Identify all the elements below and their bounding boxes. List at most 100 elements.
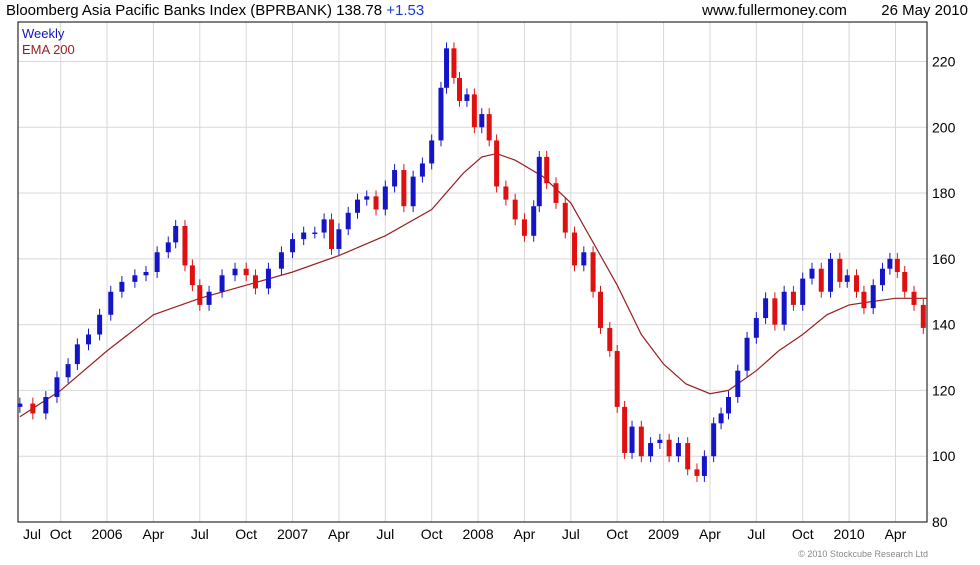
candle-body <box>419 163 425 177</box>
y-tick-label: 220 <box>932 53 956 69</box>
x-tick-label: 2006 <box>91 526 122 542</box>
candle-body <box>243 268 249 276</box>
candle-body <box>837 258 843 282</box>
x-tick-label: 2007 <box>277 526 308 542</box>
candle-body <box>265 268 271 289</box>
candle-body <box>382 186 388 210</box>
candle-body <box>173 225 179 243</box>
candle-body <box>108 291 114 315</box>
candle-body <box>301 232 307 240</box>
x-tick-label: Oct <box>50 526 72 542</box>
candle-body <box>345 212 351 230</box>
candle-body <box>581 252 587 266</box>
candle-body <box>536 156 542 207</box>
candle-body <box>844 275 850 282</box>
candle-body <box>444 48 450 88</box>
candle-body <box>828 258 834 292</box>
candle-body <box>701 456 707 476</box>
candle-body <box>607 327 613 351</box>
y-tick-label: 80 <box>932 514 948 530</box>
candle-body <box>763 298 769 319</box>
y-tick-label: 100 <box>932 448 956 464</box>
candle-body <box>744 337 750 371</box>
candle-body <box>410 176 416 207</box>
candle-body <box>85 334 91 345</box>
x-tick-label: Jul <box>191 526 209 542</box>
x-tick-label: Apr <box>143 526 165 542</box>
candle-body <box>479 114 485 128</box>
candle-body <box>486 114 492 141</box>
candle-body <box>290 239 296 253</box>
candle-body <box>494 140 500 187</box>
candle-body <box>451 48 457 78</box>
candle-body <box>648 443 654 457</box>
candle-body <box>232 268 238 276</box>
candle-body <box>598 291 604 328</box>
price-chart: Jul Oct 2006 Apr Jul Oct 2007 Apr Jul Oct 2008 Apr J… <box>17 21 956 542</box>
candle-body <box>457 77 463 101</box>
candle-body <box>373 196 379 210</box>
candle-body <box>861 291 867 309</box>
y-tick-label: 180 <box>932 185 956 201</box>
candle-body <box>521 219 527 236</box>
candle-body <box>614 350 620 407</box>
candle-body <box>735 370 741 397</box>
candle-body <box>911 291 917 305</box>
y-tick-label: 200 <box>932 119 956 135</box>
candle-body <box>790 291 796 305</box>
candle-body <box>206 291 212 305</box>
candle-body <box>629 426 635 453</box>
candle-body <box>562 202 568 233</box>
candle-body <box>182 225 188 266</box>
candle-body <box>30 403 36 414</box>
x-tick-label: Apr <box>514 526 536 542</box>
candle-body <box>781 291 787 325</box>
candle-body <box>321 219 327 233</box>
x-tick-label: Jul <box>562 526 580 542</box>
candle-body <box>401 170 407 207</box>
candle-body <box>666 439 672 457</box>
candle-body <box>252 275 258 289</box>
candle-body <box>354 199 360 213</box>
candle-body <box>622 406 628 453</box>
legend-ema-200: EMA 200 <box>22 42 75 57</box>
legend-weekly: Weekly <box>22 26 65 41</box>
candle-body <box>544 156 550 184</box>
x-tick-label: Jul <box>747 526 765 542</box>
candle-body <box>364 196 370 200</box>
x-tick-label: Apr <box>699 526 721 542</box>
y-tick-label: 160 <box>932 251 956 267</box>
candle-body <box>800 278 806 305</box>
candle-body <box>143 272 149 276</box>
candle-body <box>165 242 171 253</box>
candle-body <box>726 397 732 414</box>
candle-body <box>920 304 926 328</box>
candle-body <box>870 285 876 309</box>
x-tick-label: 2008 <box>462 526 493 542</box>
candle-body <box>879 268 885 286</box>
candle-body <box>189 265 195 286</box>
candle-body <box>329 219 335 249</box>
candle-body <box>531 206 537 236</box>
candle-body <box>438 87 444 141</box>
candle-body <box>219 275 225 292</box>
chart-page: Bloomberg Asia Pacific Banks Index (BPRB… <box>0 0 980 560</box>
copyright: © 2010 Stockcube Research Ltd <box>798 549 928 559</box>
candle-body <box>429 140 435 164</box>
candle-body <box>894 258 900 272</box>
candle-body <box>119 281 125 292</box>
candle-body <box>197 285 203 305</box>
candle-body <box>132 275 138 282</box>
candle-body <box>312 232 318 235</box>
x-tick-label: Apr <box>885 526 907 542</box>
candle-body <box>43 397 49 414</box>
candle-body <box>97 314 103 335</box>
x-tick-label: 2010 <box>834 526 865 542</box>
candle-body <box>657 439 663 444</box>
candle-body <box>638 426 644 457</box>
candle-body <box>512 199 518 220</box>
candle-body <box>902 272 908 292</box>
candle-body <box>471 94 477 128</box>
candle-body <box>772 298 778 325</box>
candle-body <box>711 423 717 457</box>
